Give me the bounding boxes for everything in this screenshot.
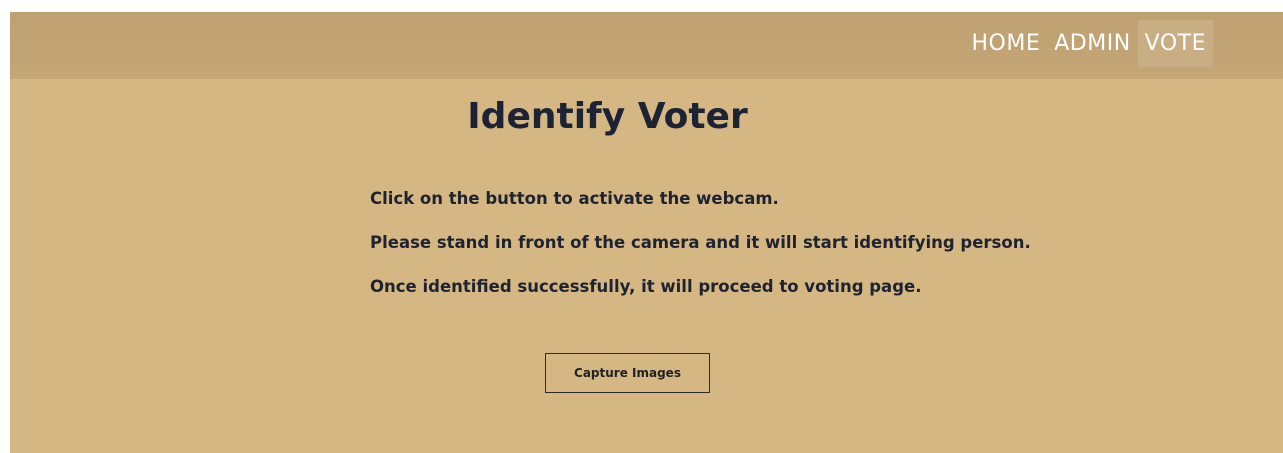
nav-item-home[interactable]: HOME — [965, 20, 1048, 67]
instruction-line: Please stand in front of the camera and … — [370, 233, 1031, 252]
instruction-line: Click on the button to activate the webc… — [370, 189, 779, 208]
nav-item-admin[interactable]: ADMIN — [1047, 20, 1137, 67]
nav-item-vote[interactable]: VOTE — [1137, 20, 1213, 67]
instruction-line: Once identified successfully, it will pr… — [370, 277, 922, 296]
nav-menu: HOME ADMIN VOTE — [965, 20, 1213, 67]
instructions: Click on the button to activate the webc… — [370, 188, 1031, 320]
capture-images-button[interactable]: Capture Images — [545, 353, 710, 393]
page-frame: HOME ADMIN VOTE Identify Voter Click on … — [10, 12, 1283, 453]
navbar: HOME ADMIN VOTE — [10, 12, 1283, 79]
page-title: Identify Voter — [467, 96, 748, 137]
